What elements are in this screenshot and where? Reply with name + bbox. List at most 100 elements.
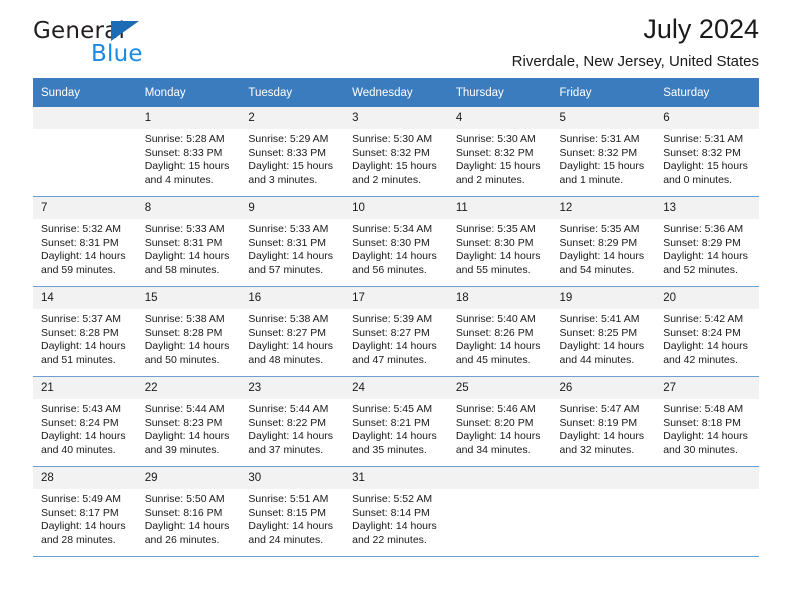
day-number: 16 xyxy=(240,287,345,309)
calendar-day-cell[interactable]: 10 Sunrise: 5:34 AM Sunset: 8:30 PM Dayligh… xyxy=(344,196,448,287)
sunset-text: Sunset: 8:19 PM xyxy=(559,416,638,429)
calendar-day-cell[interactable]: 29 Sunrise: 5:50 AM Sunset: 8:16 PM Dayligh… xyxy=(136,466,241,557)
day-number: 10 xyxy=(344,197,448,219)
calendar-day-cell[interactable]: 23 Sunrise: 5:44 AM Sunset: 8:22 PM Dayligh… xyxy=(240,376,345,467)
day-number: 7 xyxy=(33,197,137,219)
day-details: Sunrise: 5:38 AM Sunset: 8:28 PM Daylight:… xyxy=(137,309,241,367)
sunset-text: Sunset: 8:24 PM xyxy=(41,416,119,429)
calendar-day-cell[interactable]: 28 Sunrise: 5:49 AM Sunset: 8:17 PM Dayligh… xyxy=(33,466,137,557)
page-title: July 2024 xyxy=(643,14,759,44)
sunrise-text: Sunrise: 5:28 AM xyxy=(144,133,225,145)
calendar-week-row: 28 Sunrise: 5:49 AM Sunset: 8:17 PM Dayligh… xyxy=(33,466,759,557)
calendar-day-cell[interactable]: 11 Sunrise: 5:35 AM Sunset: 8:30 PM Dayligh… xyxy=(447,196,552,287)
calendar-day-cell[interactable]: 2 Sunrise: 5:29 AM Sunset: 8:33 PM Daylight… xyxy=(240,107,345,197)
sunset-text: Sunset: 8:29 PM xyxy=(663,236,741,249)
calendar-day-cell[interactable]: 3 Sunrise: 5:30 AM Sunset: 8:32 PM Daylight… xyxy=(344,107,448,197)
calendar-day-cell[interactable]: 19 Sunrise: 5:41 AM Sunset: 8:25 PM Dayligh… xyxy=(551,286,656,377)
sunset-text: Sunset: 8:27 PM xyxy=(352,326,430,339)
calendar-day-cell[interactable]: 8 Sunrise: 5:33 AM Sunset: 8:31 PM Daylight… xyxy=(136,196,241,287)
page-header: General Blue July 2024 Riverdale, New Je… xyxy=(33,0,759,78)
weekday-header-friday: Friday xyxy=(551,78,656,107)
day-number: 18 xyxy=(447,287,552,309)
calendar-day-cell[interactable]: 15 Sunrise: 5:38 AM Sunset: 8:28 PM Dayligh… xyxy=(136,286,241,377)
sunset-text: Sunset: 8:33 PM xyxy=(248,146,327,159)
sunrise-text: Sunrise: 5:35 AM xyxy=(559,223,640,235)
daylight-text: Daylight: 14 hours and 58 minutes. xyxy=(144,250,230,276)
day-number: 12 xyxy=(551,197,656,219)
calendar-day-cell[interactable]: 31 Sunrise: 5:52 AM Sunset: 8:14 PM Dayligh… xyxy=(344,466,448,557)
daylight-text: Daylight: 15 hours and 1 minute. xyxy=(559,160,645,186)
calendar-day-cell[interactable]: 30 Sunrise: 5:51 AM Sunset: 8:15 PM Dayligh… xyxy=(240,466,345,557)
daylight-text: Daylight: 14 hours and 22 minutes. xyxy=(352,520,437,546)
day-details: Sunrise: 5:51 AM Sunset: 8:15 PM Daylight:… xyxy=(240,489,344,547)
calendar-day-cell[interactable]: 20 Sunrise: 5:42 AM Sunset: 8:24 PM Dayligh… xyxy=(655,286,759,377)
sunrise-text: Sunrise: 5:29 AM xyxy=(248,133,329,145)
day-number: 8 xyxy=(136,197,241,219)
calendar-day-cell[interactable]: 4 Sunrise: 5:30 AM Sunset: 8:32 PM Daylight… xyxy=(447,107,552,197)
calendar-day-cell[interactable]: 14 Sunrise: 5:37 AM Sunset: 8:28 PM Dayligh… xyxy=(33,286,137,377)
day-details: Sunrise: 5:42 AM Sunset: 8:24 PM Daylight:… xyxy=(655,309,759,367)
day-number: 21 xyxy=(33,377,137,399)
day-number: 26 xyxy=(551,377,656,399)
day-details: Sunrise: 5:49 AM Sunset: 8:17 PM Daylight:… xyxy=(33,489,137,547)
day-details: Sunrise: 5:47 AM Sunset: 8:19 PM Daylight:… xyxy=(552,399,656,457)
calendar-day-cell[interactable]: 9 Sunrise: 5:33 AM Sunset: 8:31 PM Daylight… xyxy=(240,196,345,287)
calendar-day-cell[interactable]: 26 Sunrise: 5:47 AM Sunset: 8:19 PM Dayligh… xyxy=(551,376,656,467)
calendar-day-cell[interactable]: 27 Sunrise: 5:48 AM Sunset: 8:18 PM Dayligh… xyxy=(655,376,759,467)
day-details: Sunrise: 5:41 AM Sunset: 8:25 PM Daylight:… xyxy=(552,309,656,367)
sunset-text: Sunset: 8:33 PM xyxy=(144,146,223,159)
weekday-header-monday: Monday xyxy=(136,78,241,107)
day-number: 11 xyxy=(447,197,552,219)
day-number: 19 xyxy=(551,287,656,309)
sunset-text: Sunset: 8:28 PM xyxy=(144,326,223,339)
day-number xyxy=(655,467,759,489)
sunrise-text: Sunrise: 5:46 AM xyxy=(455,403,536,415)
sunrise-text: Sunrise: 5:34 AM xyxy=(352,223,433,235)
daylight-text: Daylight: 15 hours and 4 minutes. xyxy=(144,160,230,186)
sunset-text: Sunset: 8:26 PM xyxy=(455,326,534,339)
day-details: Sunrise: 5:50 AM Sunset: 8:16 PM Daylight:… xyxy=(137,489,241,547)
daylight-text: Daylight: 14 hours and 59 minutes. xyxy=(41,250,126,276)
logo-triangle-icon xyxy=(111,21,139,41)
day-number: 17 xyxy=(344,287,448,309)
day-number xyxy=(447,467,552,489)
sunset-text: Sunset: 8:31 PM xyxy=(144,236,223,249)
daylight-text: Daylight: 14 hours and 48 minutes. xyxy=(248,340,334,366)
calendar-day-cell-empty xyxy=(551,466,656,557)
daylight-text: Daylight: 14 hours and 44 minutes. xyxy=(559,340,645,366)
page-subtitle: Riverdale, New Jersey, United States xyxy=(511,53,759,70)
daylight-text: Daylight: 14 hours and 30 minutes. xyxy=(663,430,748,456)
weekday-header-wednesday: Wednesday xyxy=(344,78,448,107)
sunset-text: Sunset: 8:20 PM xyxy=(455,416,534,429)
daylight-text: Daylight: 14 hours and 34 minutes. xyxy=(455,430,541,456)
calendar-day-cell[interactable]: 22 Sunrise: 5:44 AM Sunset: 8:23 PM Dayligh… xyxy=(136,376,241,467)
sunrise-text: Sunrise: 5:41 AM xyxy=(559,313,640,325)
calendar-day-cell[interactable]: 16 Sunrise: 5:38 AM Sunset: 8:27 PM Dayligh… xyxy=(240,286,345,377)
day-details: Sunrise: 5:29 AM Sunset: 8:33 PM Daylight:… xyxy=(240,129,344,187)
sunset-text: Sunset: 8:32 PM xyxy=(352,146,430,159)
day-number: 3 xyxy=(344,107,448,129)
calendar-day-cell[interactable]: 5 Sunrise: 5:31 AM Sunset: 8:32 PM Daylight… xyxy=(551,107,656,197)
calendar-day-cell[interactable]: 13 Sunrise: 5:36 AM Sunset: 8:29 PM Dayligh… xyxy=(655,196,759,287)
calendar-day-cell[interactable]: 7 Sunrise: 5:32 AM Sunset: 8:31 PM Daylight… xyxy=(33,196,137,287)
day-number: 14 xyxy=(33,287,137,309)
sunset-text: Sunset: 8:30 PM xyxy=(455,236,534,249)
calendar-day-cell[interactable]: 17 Sunrise: 5:39 AM Sunset: 8:27 PM Dayligh… xyxy=(344,286,448,377)
calendar-day-cell[interactable]: 21 Sunrise: 5:43 AM Sunset: 8:24 PM Dayligh… xyxy=(33,376,137,467)
weekday-header-row: Sunday Monday Tuesday Wednesday Thursday… xyxy=(33,78,759,107)
sunrise-text: Sunrise: 5:44 AM xyxy=(144,403,225,415)
sunset-text: Sunset: 8:15 PM xyxy=(248,506,327,519)
sunrise-text: Sunrise: 5:35 AM xyxy=(455,223,536,235)
day-details: Sunrise: 5:44 AM Sunset: 8:22 PM Daylight:… xyxy=(240,399,344,457)
sunset-text: Sunset: 8:32 PM xyxy=(559,146,638,159)
sunset-text: Sunset: 8:28 PM xyxy=(41,326,119,339)
calendar-body: 1 Sunrise: 5:28 AM Sunset: 8:33 PM Daylight… xyxy=(33,107,759,557)
calendar-day-cell[interactable]: 12 Sunrise: 5:35 AM Sunset: 8:29 PM Dayligh… xyxy=(551,196,656,287)
calendar-day-cell[interactable]: 24 Sunrise: 5:45 AM Sunset: 8:21 PM Dayligh… xyxy=(344,376,448,467)
logo-text-blue: Blue xyxy=(91,41,143,67)
calendar-day-cell[interactable]: 25 Sunrise: 5:46 AM Sunset: 8:20 PM Dayligh… xyxy=(447,376,552,467)
calendar-day-cell[interactable]: 1 Sunrise: 5:28 AM Sunset: 8:33 PM Daylight… xyxy=(136,107,241,197)
calendar-day-cell[interactable]: 6 Sunrise: 5:31 AM Sunset: 8:32 PM Daylight… xyxy=(655,107,759,197)
calendar-day-cell-empty xyxy=(447,466,552,557)
calendar-day-cell[interactable]: 18 Sunrise: 5:40 AM Sunset: 8:26 PM Dayligh… xyxy=(447,286,552,377)
